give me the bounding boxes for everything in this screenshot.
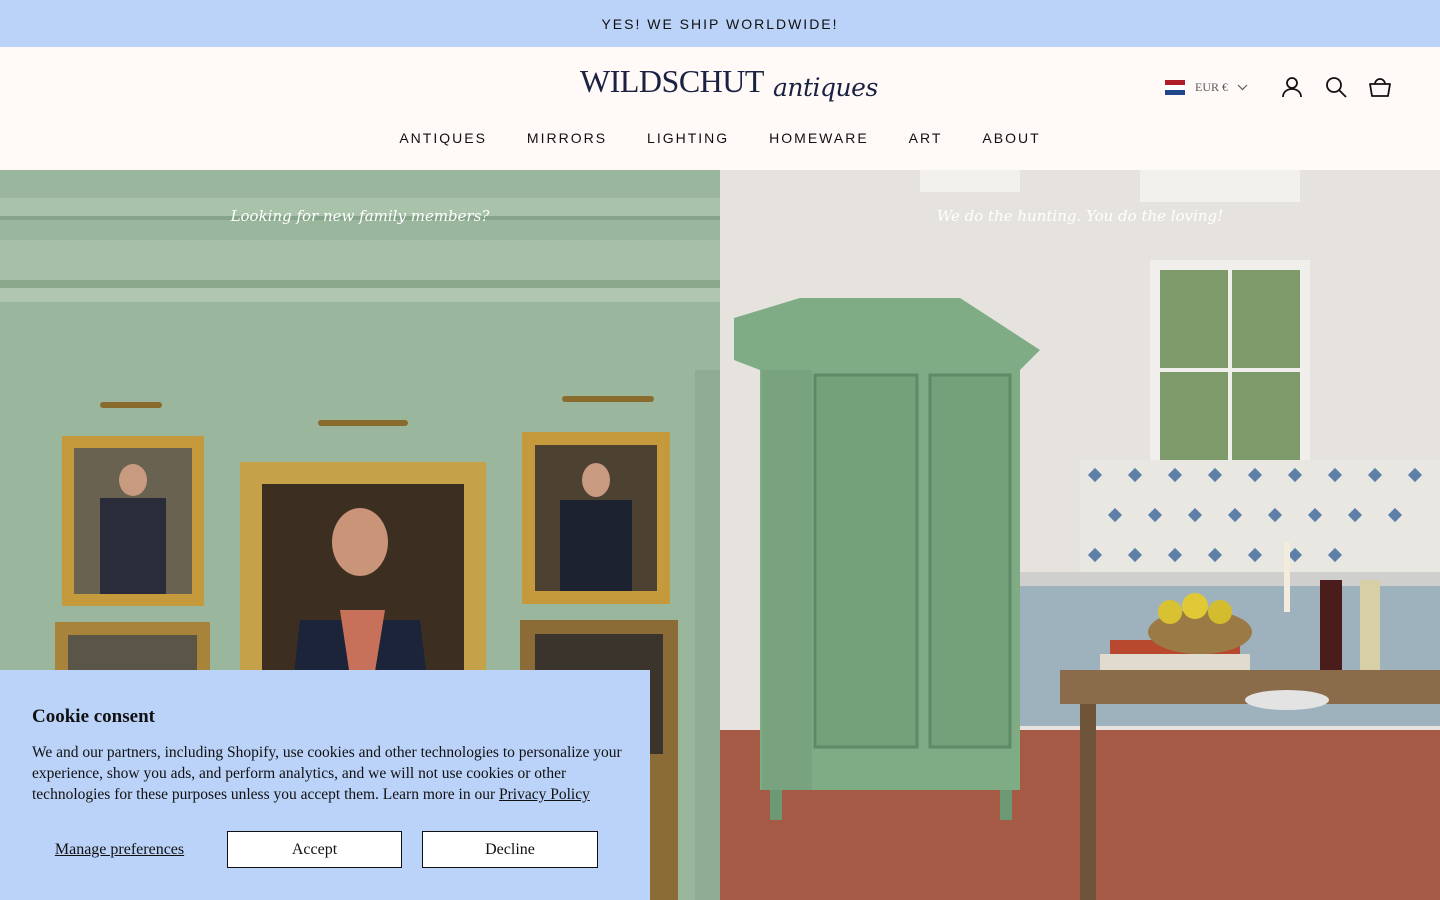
armoire-kitchen-image xyxy=(720,170,1440,900)
hero-right-image[interactable]: We do the hunting. You do the loving! xyxy=(720,170,1440,900)
cookie-consent-banner: Cookie consent We and our partners, incl… xyxy=(0,670,650,900)
nav-mirrors[interactable]: MIRRORS xyxy=(527,130,607,146)
nav-antiques[interactable]: ANTIQUES xyxy=(399,130,487,146)
nav-about[interactable]: ABOUT xyxy=(982,130,1040,146)
cookie-title: Cookie consent xyxy=(32,706,155,727)
search-icon[interactable] xyxy=(1324,75,1348,99)
logo-wordmark: WILDSCHUT xyxy=(580,63,764,99)
currency-selector[interactable]: EUR € xyxy=(1165,79,1248,95)
manage-preferences-button[interactable]: Manage preferences xyxy=(32,831,207,868)
nav-art[interactable]: ART xyxy=(909,130,943,146)
privacy-policy-link[interactable]: Privacy Policy xyxy=(499,786,590,803)
account-icon[interactable] xyxy=(1280,75,1304,99)
decline-button[interactable]: Decline xyxy=(422,831,598,868)
site-header: WILDSCHUT antiques EUR € ANTIQUES MIRROR… xyxy=(0,47,1440,170)
accept-button[interactable]: Accept xyxy=(227,831,402,868)
hero-left-tagline: Looking for new family members? xyxy=(230,207,490,225)
hero-right-tagline: We do the hunting. You do the loving! xyxy=(936,207,1224,225)
netherlands-flag-icon xyxy=(1165,79,1185,95)
chevron-down-icon xyxy=(1236,81,1248,93)
logo[interactable]: WILDSCHUT antiques xyxy=(580,61,878,111)
announcement-text: YES! WE SHIP WORLDWIDE! xyxy=(601,15,839,32)
cart-icon[interactable] xyxy=(1368,75,1392,99)
nav-homeware[interactable]: HOMEWARE xyxy=(769,130,868,146)
cookie-body: We and our partners, including Shopify, … xyxy=(32,742,624,805)
currency-label: EUR € xyxy=(1195,79,1228,94)
nav-lighting[interactable]: LIGHTING xyxy=(647,130,729,146)
header-tools: EUR € xyxy=(1165,75,1392,99)
logo-script: antiques xyxy=(773,73,878,102)
main-nav: ANTIQUES MIRRORS LIGHTING HOMEWARE ART A… xyxy=(0,130,1440,146)
announcement-bar: YES! WE SHIP WORLDWIDE! xyxy=(0,0,1440,47)
